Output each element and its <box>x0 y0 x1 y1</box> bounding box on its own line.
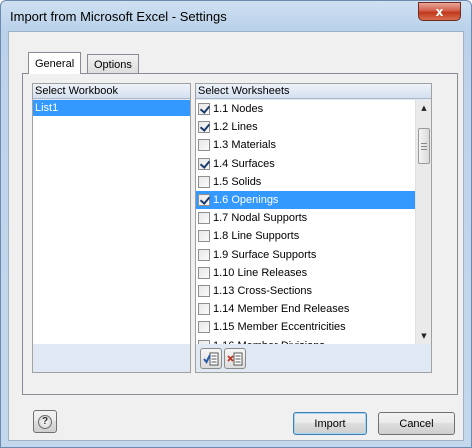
dialog-window: Import from Microsoft Excel - Settings x… <box>0 0 472 448</box>
worksheets-header: Select Worksheets <box>196 84 431 99</box>
general-tab-panel: Select Workbook List1 Select Worksheets … <box>22 73 458 395</box>
vertical-scrollbar[interactable]: ▲ ▼ <box>415 100 431 344</box>
worksheet-checkbox[interactable] <box>198 339 210 344</box>
close-button[interactable]: x <box>418 2 461 21</box>
worksheet-checkbox[interactable] <box>198 194 210 207</box>
worksheet-label: 1.9 Surface Supports <box>213 248 317 261</box>
worksheet-checkbox[interactable] <box>198 321 210 334</box>
worksheet-label: 1.7 Nodal Supports <box>213 212 308 225</box>
worksheet-label: 1.5 Solids <box>213 175 262 188</box>
workbook-group: Select Workbook List1 <box>32 83 191 373</box>
worksheets-group: Select Worksheets 1.1 Nodes 1.2 Lines 1.3 … <box>195 83 432 373</box>
worksheet-item[interactable]: 1.14 Member End Releases <box>196 300 415 318</box>
cancel-button-label: Cancel <box>399 417 434 430</box>
worksheet-label: 1.15 Member Eccentricities <box>213 321 346 334</box>
worksheet-checkbox[interactable] <box>198 230 210 243</box>
deselect-all-icon <box>227 352 243 365</box>
select-all-button[interactable] <box>200 348 222 369</box>
worksheet-item[interactable]: 1.13 Cross-Sections <box>196 282 415 300</box>
worksheet-checkbox[interactable] <box>198 103 210 116</box>
deselect-all-button[interactable] <box>224 348 246 369</box>
worksheet-item[interactable]: 1.10 Line Releases <box>196 264 415 282</box>
help-icon: ? <box>38 414 52 429</box>
worksheet-label: 1.1 Nodes <box>213 103 264 116</box>
worksheet-checkbox[interactable] <box>198 139 210 152</box>
scroll-down-arrow-icon[interactable]: ▼ <box>416 328 432 344</box>
workbook-item[interactable]: List1 <box>33 100 190 116</box>
grip-icon <box>421 142 427 150</box>
cancel-button[interactable]: Cancel <box>378 412 455 435</box>
help-button[interactable]: ? <box>33 410 57 433</box>
worksheet-item[interactable]: 1.16 Member Divisions <box>196 336 415 344</box>
worksheet-label: 1.16 Member Divisions <box>213 340 325 344</box>
worksheet-item[interactable]: 1.2 Lines <box>196 118 415 136</box>
worksheet-label: 1.8 Line Supports <box>213 230 300 243</box>
worksheet-item[interactable]: 1.5 Solids <box>196 173 415 191</box>
worksheet-item[interactable]: 1.1 Nodes <box>196 100 415 118</box>
worksheet-checkbox[interactable] <box>198 303 210 316</box>
close-icon: x <box>435 4 444 19</box>
worksheet-checkbox[interactable] <box>198 266 210 279</box>
import-button[interactable]: Import <box>293 412 367 435</box>
tab-general[interactable]: General <box>28 52 82 74</box>
worksheet-item[interactable]: 1.3 Materials <box>196 136 415 154</box>
worksheet-item[interactable]: 1.15 Member Eccentricities <box>196 318 415 336</box>
dialog-body: General Options Select Workbook List1 Se… <box>8 31 464 441</box>
worksheet-item[interactable]: 1.6 Openings <box>196 190 415 210</box>
worksheet-item[interactable]: 1.7 Nodal Supports <box>196 209 415 227</box>
worksheet-label: 1.10 Line Releases <box>213 266 308 279</box>
worksheet-checkbox[interactable] <box>198 284 210 297</box>
import-button-label: Import <box>314 417 346 430</box>
tab-general-label: General <box>35 57 75 70</box>
worksheet-label: 1.14 Member End Releases <box>213 303 350 316</box>
worksheet-checkbox[interactable] <box>198 157 210 170</box>
worksheet-list[interactable]: 1.1 Nodes 1.2 Lines 1.3 Materials 1.4 Surfa… <box>196 100 415 344</box>
workbook-list[interactable]: List1 <box>33 100 190 344</box>
worksheet-checkbox[interactable] <box>198 121 210 134</box>
scroll-up-arrow-icon[interactable]: ▲ <box>416 100 432 116</box>
worksheet-label: 1.13 Cross-Sections <box>213 284 313 297</box>
worksheet-item[interactable]: 1.4 Surfaces <box>196 155 415 173</box>
tab-options-label: Options <box>94 58 132 71</box>
worksheet-label: 1.4 Surfaces <box>213 157 275 170</box>
workbook-header: Select Workbook <box>33 84 190 99</box>
select-all-icon <box>203 352 219 365</box>
worksheet-checkbox[interactable] <box>198 212 210 225</box>
worksheet-label: 1.2 Lines <box>213 121 258 134</box>
title-bar[interactable]: Import from Microsoft Excel - Settings x <box>1 1 471 31</box>
worksheet-label: 1.3 Materials <box>213 139 276 152</box>
worksheet-checkbox[interactable] <box>198 175 210 188</box>
tab-options[interactable]: Options <box>87 54 139 74</box>
scroll-thumb[interactable] <box>418 128 430 164</box>
worksheet-checkbox[interactable] <box>198 248 210 261</box>
worksheet-label: 1.6 Openings <box>213 194 279 207</box>
window-title: Import from Microsoft Excel - Settings <box>10 9 227 24</box>
worksheet-item[interactable]: 1.9 Surface Supports <box>196 246 415 264</box>
worksheet-item[interactable]: 1.8 Line Supports <box>196 227 415 245</box>
